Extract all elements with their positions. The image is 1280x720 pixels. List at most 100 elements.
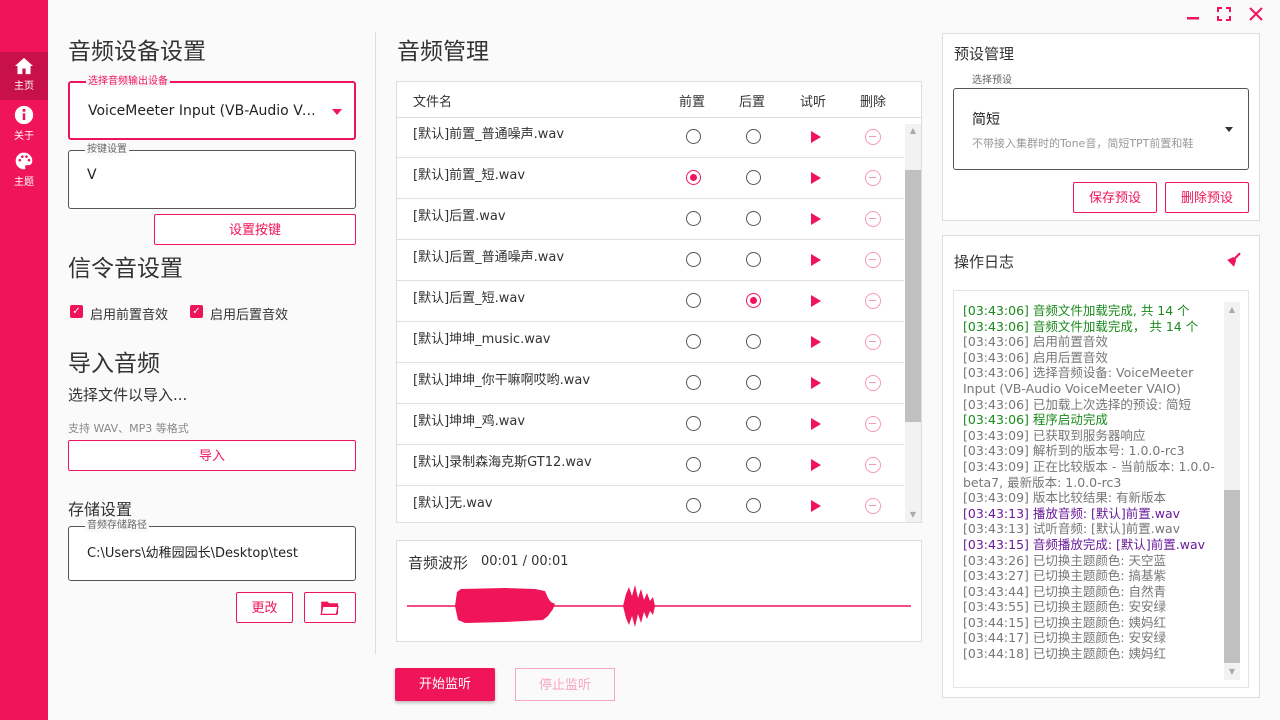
- log-line: [03:43:27] 已切换主题颜色: 搞基紫: [963, 568, 1167, 584]
- nav-about-label: 关于: [14, 131, 34, 142]
- delete-icon[interactable]: [865, 211, 881, 227]
- waveform-title: 音频波形: [408, 554, 469, 572]
- nav-theme[interactable]: 主题: [0, 146, 48, 194]
- pre-radio[interactable]: [686, 293, 701, 308]
- import-button[interactable]: 导入: [68, 440, 356, 471]
- row-filename: [默认]前置_短.wav: [413, 168, 526, 183]
- stop-monitor-button[interactable]: 停止监听: [515, 668, 615, 701]
- open-folder-button[interactable]: [304, 592, 356, 623]
- dropdown-arrow-icon: [332, 109, 342, 115]
- play-icon[interactable]: [811, 377, 821, 389]
- pre-radio[interactable]: [686, 416, 701, 431]
- delete-icon[interactable]: [865, 416, 881, 432]
- import-hint: 支持 WAV、MP3 等格式: [68, 422, 189, 435]
- import-subtitle: 选择文件以导入...: [68, 386, 188, 404]
- pre-radio[interactable]: [686, 334, 701, 349]
- play-icon[interactable]: [811, 418, 821, 430]
- pre-radio[interactable]: [686, 457, 701, 472]
- storage-path-field[interactable]: 音频存储路径 C:\Users\幼稚园园长\Desktop\test: [68, 520, 356, 581]
- row-filename: [默认]坤坤_music.wav: [413, 332, 551, 347]
- delete-icon[interactable]: [865, 170, 881, 186]
- close-button[interactable]: [1246, 6, 1266, 26]
- enable-post-checkbox[interactable]: ✓: [190, 305, 203, 318]
- pre-radio[interactable]: [686, 211, 701, 226]
- log-scroll-down-arrow[interactable]: ▼: [1225, 665, 1239, 679]
- hotkey-field[interactable]: 按键设置 V: [68, 144, 356, 209]
- scroll-down-arrow[interactable]: ▼: [906, 508, 920, 522]
- play-icon[interactable]: [811, 131, 821, 143]
- delete-icon[interactable]: [865, 334, 881, 350]
- enable-pre-label: 启用前置音效: [90, 308, 169, 323]
- minimize-button[interactable]: [1183, 6, 1203, 26]
- delete-preset-button[interactable]: 删除预设: [1165, 182, 1249, 213]
- nav-about[interactable]: 关于: [0, 100, 48, 148]
- pre-radio[interactable]: [686, 170, 701, 185]
- post-radio[interactable]: [746, 334, 761, 349]
- preset-select[interactable]: 选择预设 简短 不带接入集群时的Tone音，简短TPT前置和鞋: [953, 75, 1249, 170]
- set-hotkey-button[interactable]: 设置按键: [154, 214, 356, 245]
- post-radio[interactable]: [746, 129, 761, 144]
- pre-radio[interactable]: [686, 498, 701, 513]
- pre-radio[interactable]: [686, 375, 701, 390]
- device-settings-title: 音频设备设置: [68, 39, 206, 65]
- play-icon[interactable]: [811, 500, 821, 512]
- pre-radio[interactable]: [686, 252, 701, 267]
- post-radio[interactable]: [746, 457, 761, 472]
- log-scroll-up-arrow[interactable]: ▲: [1225, 303, 1239, 317]
- post-radio[interactable]: [746, 498, 761, 513]
- post-radio[interactable]: [746, 375, 761, 390]
- log-scroll-thumb[interactable]: [1224, 490, 1240, 663]
- log-line: [03:43:09] 已获取到服务器响应: [963, 427, 1146, 443]
- play-icon[interactable]: [811, 254, 821, 266]
- import-title: 导入音频: [68, 351, 160, 377]
- post-radio[interactable]: [746, 416, 761, 431]
- hotkey-value: V: [87, 167, 97, 183]
- change-path-button[interactable]: 更改: [236, 592, 293, 623]
- column-divider: [375, 32, 376, 654]
- delete-icon[interactable]: [865, 457, 881, 473]
- storage-title: 存储设置: [68, 500, 133, 519]
- row-filename: [默认]坤坤_鸡.wav: [413, 414, 526, 429]
- nav-home[interactable]: 主页: [0, 52, 48, 100]
- delete-icon[interactable]: [865, 375, 881, 391]
- log-line: [03:43:06] 选择音频设备: VoiceMeeter Input (VB…: [963, 365, 1198, 396]
- play-icon[interactable]: [811, 172, 821, 184]
- col-preview: 试听: [800, 95, 827, 110]
- delete-icon[interactable]: [865, 498, 881, 514]
- folder-icon: [320, 601, 339, 615]
- post-radio[interactable]: [746, 211, 761, 226]
- storage-path-value: C:\Users\幼稚园园长\Desktop\test: [87, 546, 298, 561]
- play-icon[interactable]: [811, 459, 821, 471]
- output-device-select[interactable]: 选择音频输出设备 VoiceMeeter Input (VB-Audio Voi…: [68, 76, 356, 140]
- row-filename: [默认]后置.wav: [413, 209, 506, 224]
- col-filename: 文件名: [413, 95, 453, 110]
- row-filename: [默认]后置_普通噪声.wav: [413, 250, 565, 265]
- audio-table-scroll-thumb[interactable]: [905, 170, 921, 422]
- log-title: 操作日志: [954, 253, 1015, 271]
- broom-icon[interactable]: [1225, 251, 1243, 269]
- log-line: [03:43:55] 已切换主题颜色: 安安绿: [963, 599, 1167, 615]
- post-radio[interactable]: [746, 293, 761, 308]
- log-line: [03:43:06] 程序启动完成: [963, 412, 1108, 428]
- scroll-up-arrow[interactable]: ▲: [906, 124, 920, 138]
- row-filename: [默认]后置_短.wav: [413, 291, 526, 306]
- play-icon[interactable]: [811, 336, 821, 348]
- play-icon[interactable]: [811, 295, 821, 307]
- start-monitor-button[interactable]: 开始监听: [395, 668, 495, 701]
- delete-icon[interactable]: [865, 293, 881, 309]
- delete-icon[interactable]: [865, 252, 881, 268]
- post-radio[interactable]: [746, 252, 761, 267]
- maximize-button[interactable]: [1214, 6, 1234, 26]
- post-radio[interactable]: [746, 170, 761, 185]
- log-line: [03:44:17] 已切换主题颜色: 安安绿: [963, 630, 1167, 646]
- pre-radio[interactable]: [686, 129, 701, 144]
- nav-home-label: 主页: [14, 81, 34, 92]
- table-row: [默认]坤坤_music.wav: [397, 322, 904, 363]
- row-filename: [默认]坤坤_你干嘛啊哎哟.wav: [413, 373, 591, 388]
- enable-pre-checkbox[interactable]: ✓: [70, 305, 83, 318]
- play-icon[interactable]: [811, 213, 821, 225]
- hotkey-label: 按键设置: [85, 144, 129, 156]
- delete-icon[interactable]: [865, 129, 881, 145]
- save-preset-button[interactable]: 保存预设: [1073, 182, 1157, 213]
- row-filename: [默认]前置_普通噪声.wav: [413, 127, 565, 142]
